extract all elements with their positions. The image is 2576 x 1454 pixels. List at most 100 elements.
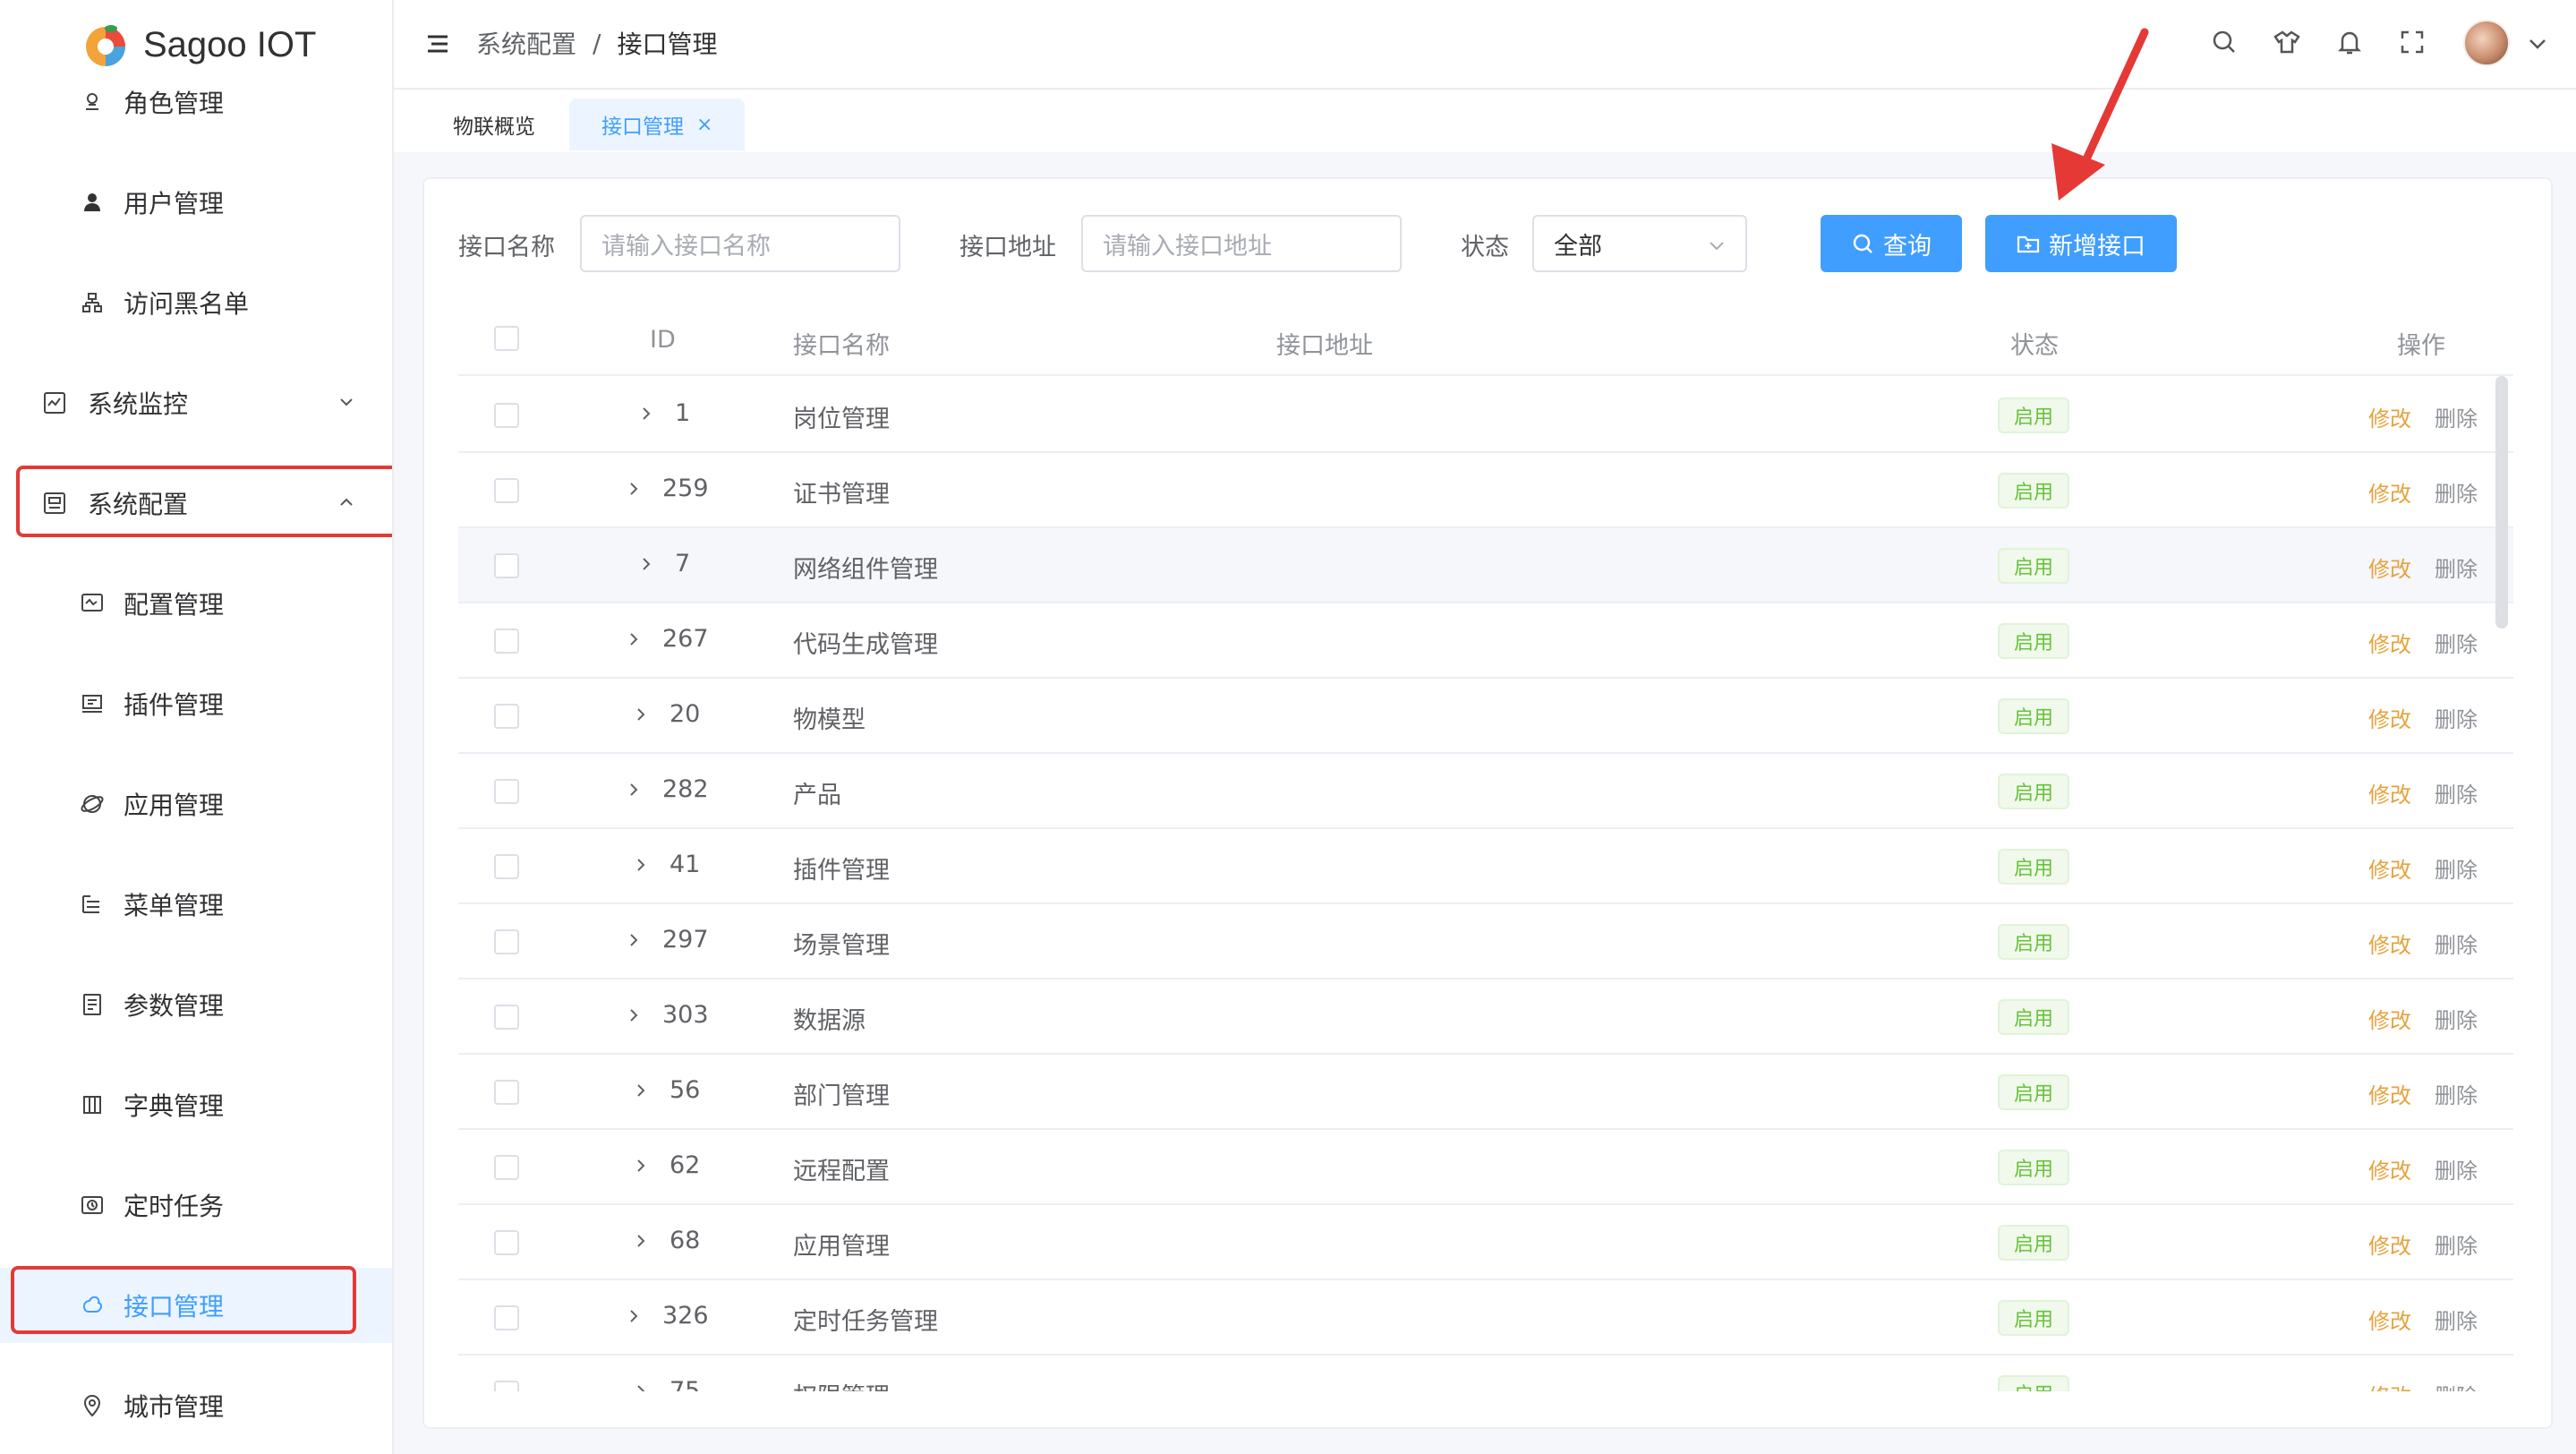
edit-link[interactable]: 修改 <box>2368 1078 2411 1109</box>
delete-link[interactable]: 删除 <box>2435 552 2478 583</box>
sidebar-item-config[interactable]: 系统配置 <box>0 466 392 541</box>
table-row[interactable]: 68 应用管理 启用 修改 删除 <box>458 1205 2513 1280</box>
edit-link[interactable]: 修改 <box>2368 928 2411 959</box>
row-checkbox[interactable] <box>494 1155 519 1180</box>
row-checkbox[interactable] <box>494 403 519 428</box>
tab-api-management[interactable]: 接口管理 × <box>569 98 746 150</box>
chevron-right-icon[interactable] <box>632 706 650 723</box>
sidebar-item-monitor[interactable]: 系统监控 <box>0 365 392 440</box>
table-row[interactable]: 326 定时任务管理 启用 修改 删除 <box>458 1280 2513 1356</box>
row-checkbox[interactable] <box>494 704 519 729</box>
table-scrollbar[interactable] <box>2495 376 2508 629</box>
chevron-right-icon[interactable] <box>625 931 643 949</box>
edit-link[interactable]: 修改 <box>2368 1003 2411 1034</box>
sidebar-item-user[interactable]: 用户管理 <box>0 165 392 240</box>
table-row[interactable]: 297 场景管理 启用 修改 删除 <box>458 904 2513 979</box>
row-checkbox[interactable] <box>494 854 519 879</box>
row-checkbox[interactable] <box>494 553 519 578</box>
row-checkbox[interactable] <box>494 779 519 804</box>
sidebar-item-role[interactable]: 角色管理 <box>0 64 392 140</box>
fullscreen-icon[interactable] <box>2397 27 2427 57</box>
delete-link[interactable]: 删除 <box>2435 476 2478 508</box>
delete-link[interactable]: 删除 <box>2435 1153 2478 1185</box>
edit-link[interactable]: 修改 <box>2368 552 2411 583</box>
breadcrumb-parent[interactable]: 系统配置 <box>476 25 576 61</box>
delete-link[interactable]: 删除 <box>2435 401 2478 432</box>
sidebar-item-blacklist[interactable]: 访问黑名单 <box>0 265 392 340</box>
avatar[interactable] <box>2463 20 2510 66</box>
chevron-right-icon[interactable] <box>637 405 655 423</box>
select-all-checkbox[interactable] <box>494 326 519 351</box>
tab-iot-overview[interactable]: 物联概览 <box>421 98 567 150</box>
table-row[interactable]: 20 物模型 启用 修改 删除 <box>458 679 2513 754</box>
search-icon[interactable] <box>2209 27 2239 57</box>
sidebar-item-dict[interactable]: 字典管理 <box>0 1067 392 1142</box>
table-row[interactable]: 41 插件管理 启用 修改 删除 <box>458 829 2513 904</box>
delete-link[interactable]: 删除 <box>2435 627 2478 658</box>
table-row[interactable]: 282 产品 启用 修改 删除 <box>458 754 2513 829</box>
chevron-right-icon[interactable] <box>632 856 650 874</box>
table-row[interactable]: 75 权限管理 启用 修改 删除 <box>458 1356 2513 1391</box>
add-api-button[interactable]: 新增接口 <box>1985 215 2177 272</box>
row-checkbox[interactable] <box>494 1381 519 1391</box>
chevron-right-icon[interactable] <box>632 1157 650 1175</box>
edit-link[interactable]: 修改 <box>2368 702 2411 733</box>
edit-link[interactable]: 修改 <box>2368 627 2411 658</box>
row-checkbox[interactable] <box>494 1080 519 1105</box>
sidebar-item-timer[interactable]: 定时任务 <box>0 1167 392 1243</box>
edit-link[interactable]: 修改 <box>2368 1304 2411 1335</box>
delete-link[interactable]: 删除 <box>2435 1228 2478 1260</box>
row-checkbox[interactable] <box>494 478 519 503</box>
row-checkbox[interactable] <box>494 1230 519 1255</box>
row-checkbox[interactable] <box>494 629 519 654</box>
chevron-right-icon[interactable] <box>625 1307 643 1325</box>
status-select[interactable]: 全部 <box>1532 215 1747 272</box>
chevron-right-icon[interactable] <box>625 480 643 498</box>
address-search-input[interactable]: 请输入接口地址 <box>1081 215 1402 272</box>
delete-link[interactable]: 删除 <box>2435 1304 2478 1335</box>
delete-link[interactable]: 删除 <box>2435 1003 2478 1034</box>
row-checkbox[interactable] <box>494 1005 519 1030</box>
table-row[interactable]: 259 证书管理 启用 修改 删除 <box>458 453 2513 528</box>
table-row[interactable]: 303 数据源 启用 修改 删除 <box>458 979 2513 1055</box>
delete-link[interactable]: 删除 <box>2435 1379 2478 1391</box>
sidebar-item-city[interactable]: 城市管理 <box>0 1368 392 1443</box>
chevron-right-icon[interactable] <box>632 1082 650 1099</box>
table-row[interactable]: 1 岗位管理 启用 修改 删除 <box>458 378 2513 453</box>
table-row[interactable]: 56 部门管理 启用 修改 删除 <box>458 1055 2513 1130</box>
chevron-right-icon[interactable] <box>625 1006 643 1024</box>
bell-icon[interactable] <box>2334 27 2365 57</box>
logo[interactable]: Sagoo IOT <box>81 18 316 72</box>
name-search-input[interactable]: 请输入接口名称 <box>580 215 900 272</box>
table-row[interactable]: 267 代码生成管理 启用 修改 删除 <box>458 603 2513 679</box>
table-row[interactable]: 62 远程配置 启用 修改 删除 <box>458 1130 2513 1205</box>
theme-shirt-icon[interactable] <box>2272 27 2302 57</box>
sidebar-item-plugin[interactable]: 插件管理 <box>0 666 392 741</box>
delete-link[interactable]: 删除 <box>2435 928 2478 959</box>
table-row[interactable]: 7 网络组件管理 启用 修改 删除 <box>458 528 2513 603</box>
sidebar-item-app[interactable]: 应用管理 <box>0 766 392 842</box>
sidebar-item-params[interactable]: 参数管理 <box>0 967 392 1042</box>
edit-link[interactable]: 修改 <box>2368 1153 2411 1185</box>
delete-link[interactable]: 删除 <box>2435 852 2478 884</box>
edit-link[interactable]: 修改 <box>2368 852 2411 884</box>
row-checkbox[interactable] <box>494 929 519 954</box>
delete-link[interactable]: 删除 <box>2435 777 2478 808</box>
chevron-right-icon[interactable] <box>637 555 655 573</box>
sidebar-item-api[interactable]: 接口管理 <box>0 1268 392 1343</box>
chevron-down-icon[interactable] <box>2526 32 2549 56</box>
edit-link[interactable]: 修改 <box>2368 1379 2411 1391</box>
hamburger-icon[interactable] <box>424 30 451 57</box>
edit-link[interactable]: 修改 <box>2368 476 2411 508</box>
close-icon[interactable]: × <box>696 114 712 136</box>
edit-link[interactable]: 修改 <box>2368 401 2411 432</box>
query-button[interactable]: 查询 <box>1821 215 1962 272</box>
chevron-right-icon[interactable] <box>625 630 643 648</box>
edit-link[interactable]: 修改 <box>2368 1228 2411 1260</box>
delete-link[interactable]: 删除 <box>2435 1078 2478 1109</box>
sidebar-item-settings[interactable]: 配置管理 <box>0 566 392 641</box>
chevron-right-icon[interactable] <box>632 1382 650 1391</box>
sidebar-item-menu[interactable]: 菜单管理 <box>0 867 392 942</box>
edit-link[interactable]: 修改 <box>2368 777 2411 808</box>
row-checkbox[interactable] <box>494 1305 519 1330</box>
